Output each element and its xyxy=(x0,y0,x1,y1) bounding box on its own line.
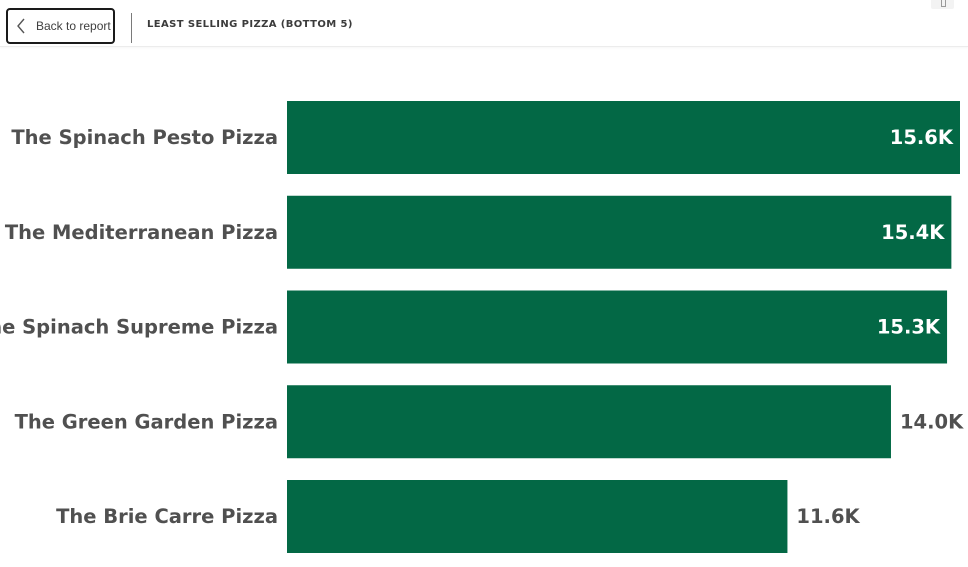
bar-group[interactable]: The Green Garden Pizza 14.0K xyxy=(15,385,965,459)
category-label: The Brie Carre Pizza xyxy=(56,505,278,528)
category-label: The Spinach Supreme Pizza xyxy=(0,316,278,339)
bar-group[interactable]: The Spinach Supreme Pizza 15.3K xyxy=(0,290,948,364)
category-label: The Green Garden Pizza xyxy=(15,410,278,433)
bar-group[interactable]: The Mediterranean Pizza 15.4K xyxy=(5,195,952,269)
data-label: 11.6K xyxy=(796,505,860,528)
data-label: 14.0K xyxy=(900,410,964,433)
category-label: The Spinach Pesto Pizza xyxy=(11,126,278,149)
data-label: 15.6K xyxy=(890,126,954,149)
data-label: 15.4K xyxy=(881,221,945,244)
bar-chart: The Spinach Pesto Pizza 15.6K The Mediterr… xyxy=(0,101,965,553)
bar[interactable] xyxy=(287,101,960,174)
data-label: 15.3K xyxy=(877,316,941,339)
bar[interactable] xyxy=(287,290,948,364)
bar-group[interactable]: The Spinach Pesto Pizza 15.6K xyxy=(11,101,960,174)
bar[interactable] xyxy=(287,480,788,553)
bar-group[interactable]: The Brie Carre Pizza 11.6K xyxy=(56,480,861,553)
category-label: The Mediterranean Pizza xyxy=(5,221,278,244)
bar[interactable] xyxy=(287,385,891,459)
bar[interactable] xyxy=(287,195,952,269)
